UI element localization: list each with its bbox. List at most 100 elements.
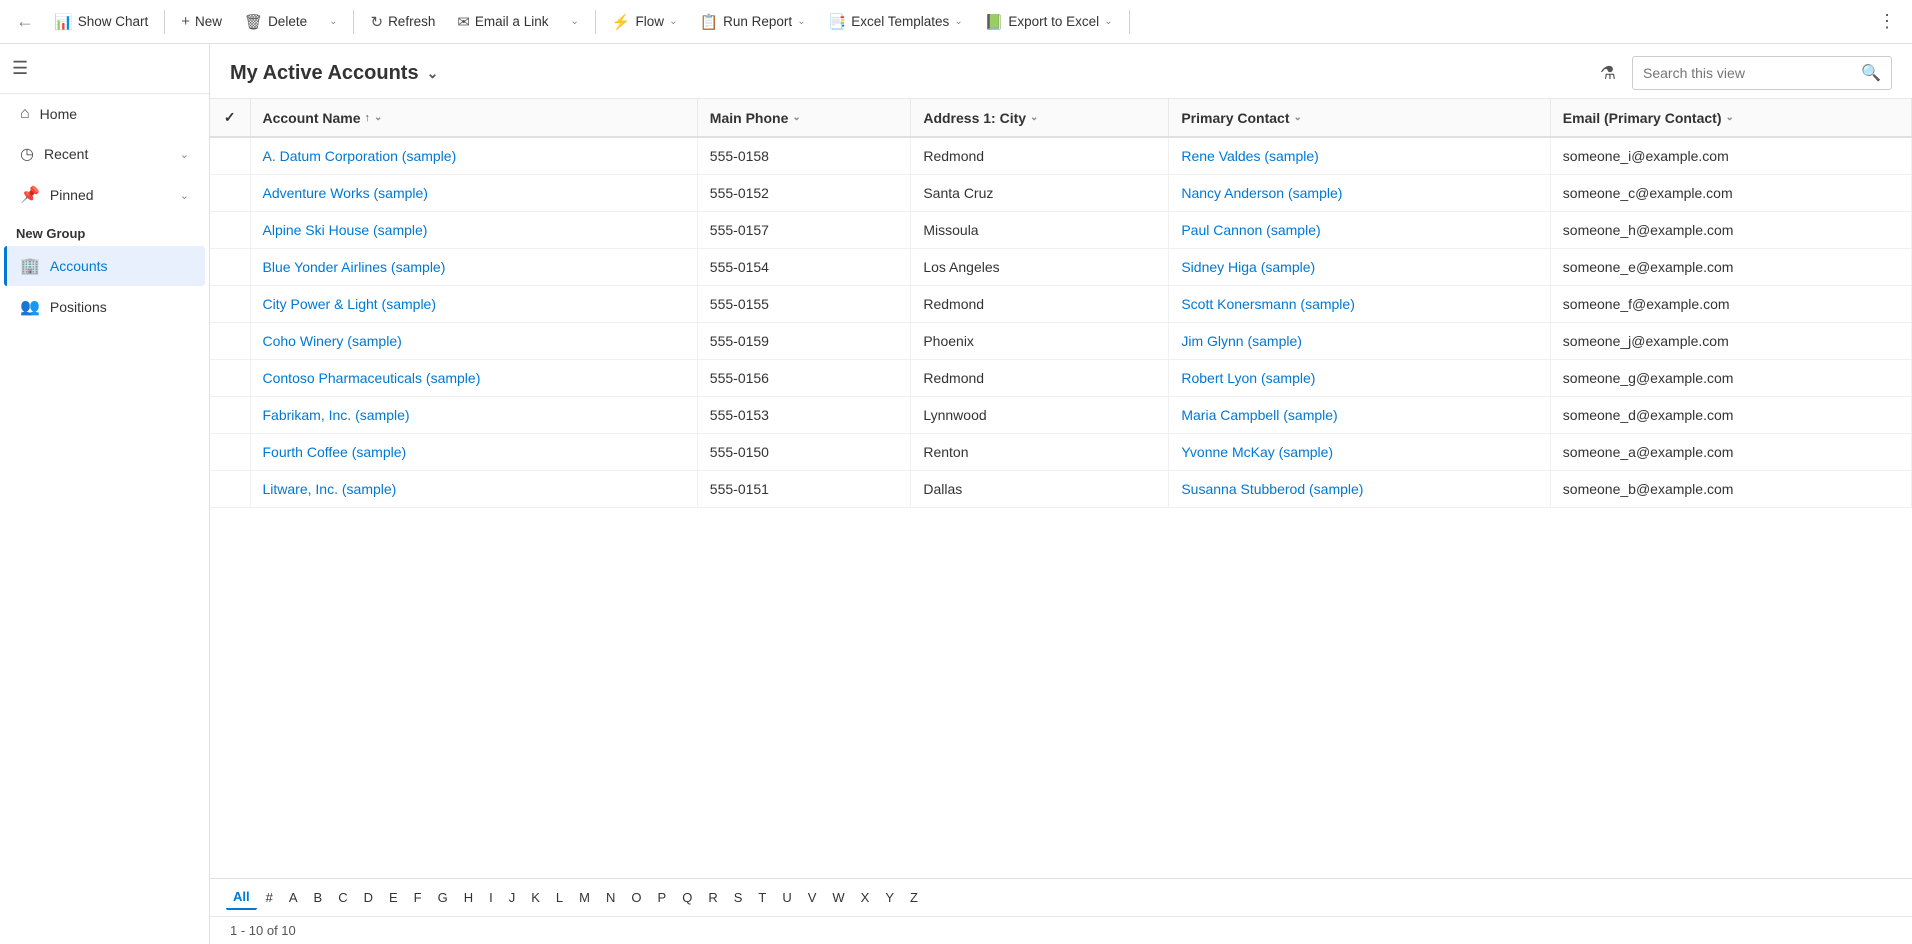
alpha-btn-m[interactable]: M <box>572 886 597 909</box>
contact-link-4[interactable]: Scott Konersmann (sample) <box>1181 296 1355 312</box>
sidebar-item-recent[interactable]: ◷ Recent ⌄ <box>4 134 205 174</box>
alpha-btn-all[interactable]: All <box>226 885 257 910</box>
alpha-btn-u[interactable]: U <box>775 886 798 909</box>
alpha-btn-v[interactable]: V <box>801 886 824 909</box>
row-checkbox-7[interactable] <box>210 397 250 434</box>
flow-button[interactable]: ⚡ Flow ⌄ <box>602 7 688 37</box>
refresh-button[interactable]: ↻ Refresh <box>360 7 445 37</box>
separator-4 <box>1129 10 1130 34</box>
alpha-btn-i[interactable]: I <box>482 886 500 909</box>
account-name-link-2[interactable]: Alpine Ski House (sample) <box>263 222 428 238</box>
alpha-btn-e[interactable]: E <box>382 886 405 909</box>
alpha-btn-p[interactable]: P <box>651 886 674 909</box>
cell-contact-6: Robert Lyon (sample) <box>1169 360 1550 397</box>
sidebar-item-positions[interactable]: 👥 Positions <box>4 287 205 327</box>
cell-account-name-0: A. Datum Corporation (sample) <box>250 137 697 175</box>
cell-city-1: Santa Cruz <box>911 175 1169 212</box>
alpha-btn-w[interactable]: W <box>825 886 851 909</box>
grid-footer: 1 - 10 of 10 <box>210 916 1912 944</box>
row-checkbox-5[interactable] <box>210 323 250 360</box>
contact-link-6[interactable]: Robert Lyon (sample) <box>1181 370 1315 386</box>
export-excel-button[interactable]: 📗 Export to Excel ⌄ <box>975 7 1123 37</box>
alpha-btn-t[interactable]: T <box>751 886 773 909</box>
row-checkbox-2[interactable] <box>210 212 250 249</box>
alpha-btn-g[interactable]: G <box>431 886 455 909</box>
delete-button[interactable]: 🗑 Delete <box>234 7 317 37</box>
alpha-btn-j[interactable]: J <box>502 886 523 909</box>
cell-city-3: Los Angeles <box>911 249 1169 286</box>
alpha-btn-c[interactable]: C <box>331 886 354 909</box>
contact-link-2[interactable]: Paul Cannon (sample) <box>1181 222 1320 238</box>
account-name-link-5[interactable]: Coho Winery (sample) <box>263 333 402 349</box>
account-name-link-4[interactable]: City Power & Light (sample) <box>263 296 437 312</box>
back-button[interactable]: ← <box>8 7 42 36</box>
contact-link-8[interactable]: Yvonne McKay (sample) <box>1181 444 1333 460</box>
account-name-link-8[interactable]: Fourth Coffee (sample) <box>263 444 407 460</box>
col-header-account-name[interactable]: Account Name ↑ ⌄ <box>250 99 697 137</box>
contact-link-0[interactable]: Rene Valdes (sample) <box>1181 148 1318 164</box>
alpha-btn-#[interactable]: # <box>259 886 280 909</box>
account-name-link-1[interactable]: Adventure Works (sample) <box>263 185 428 201</box>
alpha-btn-b[interactable]: B <box>307 886 330 909</box>
alpha-btn-l[interactable]: L <box>549 886 570 909</box>
select-all-header[interactable]: ✓ <box>210 99 250 137</box>
delete-chevron-button[interactable]: ⌄ <box>319 10 347 33</box>
col-label-city: Address 1: City <box>923 110 1026 126</box>
hamburger-button[interactable]: ☰ <box>4 50 36 87</box>
alpha-btn-h[interactable]: H <box>457 886 480 909</box>
alpha-btn-a[interactable]: A <box>282 886 305 909</box>
alpha-btn-d[interactable]: D <box>357 886 380 909</box>
contact-link-5[interactable]: Jim Glynn (sample) <box>1181 333 1302 349</box>
cell-account-name-5: Coho Winery (sample) <box>250 323 697 360</box>
alpha-btn-f[interactable]: F <box>407 886 429 909</box>
view-title[interactable]: My Active Accounts ⌄ <box>230 62 438 85</box>
account-name-link-6[interactable]: Contoso Pharmaceuticals (sample) <box>263 370 481 386</box>
row-checkbox-8[interactable] <box>210 434 250 471</box>
row-checkbox-4[interactable] <box>210 286 250 323</box>
sidebar-item-accounts[interactable]: 🏢 Accounts <box>4 246 205 286</box>
run-report-button[interactable]: 📋 Run Report ⌄ <box>689 7 815 37</box>
row-checkbox-3[interactable] <box>210 249 250 286</box>
alpha-btn-k[interactable]: K <box>524 886 547 909</box>
alpha-btn-o[interactable]: O <box>624 886 648 909</box>
separator-1 <box>164 10 165 34</box>
col-header-email[interactable]: Email (Primary Contact) ⌄ <box>1550 99 1911 137</box>
table-row: Contoso Pharmaceuticals (sample) 555-015… <box>210 360 1912 397</box>
sidebar-item-home[interactable]: ⌂ Home <box>4 95 205 133</box>
account-name-link-3[interactable]: Blue Yonder Airlines (sample) <box>263 259 446 275</box>
row-checkbox-6[interactable] <box>210 360 250 397</box>
alpha-btn-r[interactable]: R <box>701 886 724 909</box>
search-button[interactable]: 🔍 <box>1851 57 1891 89</box>
col-header-primary-contact[interactable]: Primary Contact ⌄ <box>1169 99 1550 137</box>
alpha-btn-y[interactable]: Y <box>878 886 901 909</box>
sidebar-item-pinned[interactable]: 📌 Pinned ⌄ <box>4 175 205 215</box>
alpha-btn-x[interactable]: X <box>854 886 877 909</box>
alpha-btn-q[interactable]: Q <box>675 886 699 909</box>
account-name-link-0[interactable]: A. Datum Corporation (sample) <box>263 148 457 164</box>
table-row: Fourth Coffee (sample) 555-0150 Renton Y… <box>210 434 1912 471</box>
excel-templates-button[interactable]: 📑 Excel Templates ⌄ <box>818 7 973 37</box>
alpha-btn-s[interactable]: S <box>727 886 750 909</box>
show-chart-button[interactable]: 📊 Show Chart <box>44 7 158 37</box>
pagination-text: 1 - 10 of 10 <box>230 923 296 938</box>
filter-button[interactable]: ⚗ <box>1592 59 1624 88</box>
contact-link-9[interactable]: Susanna Stubberod (sample) <box>1181 481 1363 497</box>
row-checkbox-1[interactable] <box>210 175 250 212</box>
contact-link-7[interactable]: Maria Campbell (sample) <box>1181 407 1337 423</box>
col-header-city[interactable]: Address 1: City ⌄ <box>911 99 1169 137</box>
search-input[interactable] <box>1633 59 1851 87</box>
new-button[interactable]: + New <box>171 7 232 36</box>
email-chevron-button[interactable]: ⌄ <box>560 10 588 33</box>
contact-link-1[interactable]: Nancy Anderson (sample) <box>1181 185 1342 201</box>
row-checkbox-9[interactable] <box>210 471 250 508</box>
alpha-btn-n[interactable]: N <box>599 886 622 909</box>
row-checkbox-0[interactable] <box>210 137 250 175</box>
more-options-button[interactable]: ⋮ <box>1870 7 1904 36</box>
email-link-button[interactable]: ✉ Email a Link <box>447 7 558 37</box>
cell-email-2: someone_h@example.com <box>1550 212 1911 249</box>
alpha-btn-z[interactable]: Z <box>903 886 925 909</box>
contact-link-3[interactable]: Sidney Higa (sample) <box>1181 259 1315 275</box>
col-header-main-phone[interactable]: Main Phone ⌄ <box>697 99 911 137</box>
account-name-link-9[interactable]: Litware, Inc. (sample) <box>263 481 397 497</box>
account-name-link-7[interactable]: Fabrikam, Inc. (sample) <box>263 407 410 423</box>
